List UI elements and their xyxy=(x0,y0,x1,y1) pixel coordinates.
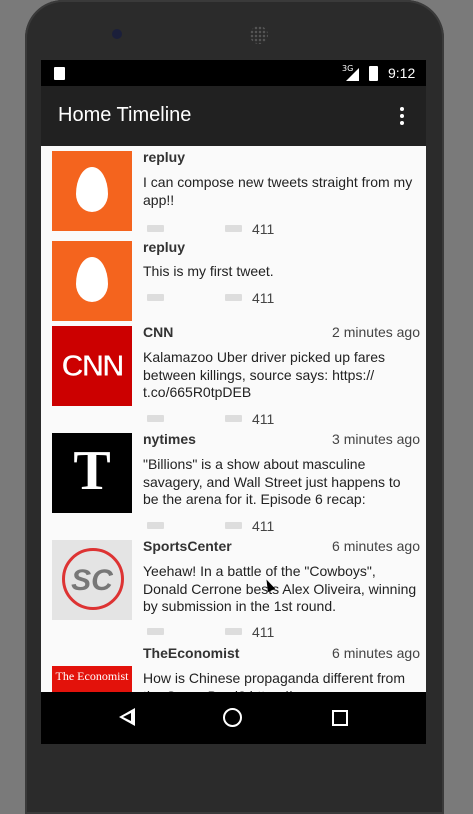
retweet-count: 411 xyxy=(252,290,275,306)
tweet-username[interactable]: TheEconomist xyxy=(143,645,239,661)
retweet-count: 411 xyxy=(252,411,275,427)
page-title: Home Timeline xyxy=(58,104,192,126)
reply-icon[interactable] xyxy=(147,294,164,301)
tweet-item[interactable]: repluy This is my first tweet. 411 xyxy=(41,239,426,327)
tweet-username[interactable]: repluy xyxy=(143,239,185,255)
retweet-icon[interactable] xyxy=(225,522,242,529)
app-bar: Home Timeline xyxy=(41,86,426,146)
tweet-item[interactable]: The Economist TheEconomist 6 minutes ago… xyxy=(41,645,426,692)
tweet-item[interactable]: repluy I can compose new tweets straight… xyxy=(41,149,426,239)
retweet-count: 411 xyxy=(252,221,275,237)
egg-icon xyxy=(76,257,108,302)
battery-icon xyxy=(369,66,378,81)
nytimes-logo: T xyxy=(73,440,111,502)
status-bar: 3G 9:12 xyxy=(41,60,426,86)
tweet-username[interactable]: repluy xyxy=(143,149,185,165)
tweet-timestamp: 3 minutes ago xyxy=(332,431,420,447)
cnn-logo: CNN xyxy=(61,348,125,384)
home-icon[interactable] xyxy=(223,708,242,727)
screen: 3G 9:12 Home Timeline repluy I can compo… xyxy=(41,60,426,744)
timeline-list[interactable]: repluy I can compose new tweets straight… xyxy=(41,146,426,692)
avatar[interactable]: T xyxy=(52,433,132,513)
reply-icon[interactable] xyxy=(147,415,164,422)
status-time: 9:12 xyxy=(388,65,416,81)
tweet-text: "Billions" is a show about masculine sav… xyxy=(143,456,401,507)
reply-icon[interactable] xyxy=(147,225,164,232)
tweet-text: Kalamazoo Uber driver picked up fares be… xyxy=(143,349,386,400)
avatar[interactable] xyxy=(52,241,132,321)
economist-logo: The Economist xyxy=(55,669,129,683)
retweet-icon[interactable] xyxy=(225,415,242,422)
sportscenter-logo: SC xyxy=(71,564,113,597)
overflow-menu-icon[interactable] xyxy=(396,106,408,126)
tweet-text: Yeehaw! In a battle of the "Cowboys", Do… xyxy=(143,563,417,614)
speaker-grille xyxy=(250,26,268,44)
tweet-username[interactable]: nytimes xyxy=(143,431,196,447)
tweet-timestamp: 6 minutes ago xyxy=(332,538,420,554)
tweet-item[interactable]: T nytimes 3 minutes ago "Billions" is a … xyxy=(41,431,426,539)
retweet-icon[interactable] xyxy=(225,628,242,635)
avatar[interactable]: SC xyxy=(52,540,132,620)
tweet-item[interactable]: SC SportsCenter 6 minutes ago Yeehaw! In… xyxy=(41,538,426,646)
navigation-bar xyxy=(41,692,426,744)
retweet-count: 411 xyxy=(252,624,275,640)
signal-icon xyxy=(346,68,359,81)
tweet-text: How is Chinese propaganda different from… xyxy=(143,670,406,692)
avatar[interactable]: CNN xyxy=(52,326,132,406)
avatar[interactable] xyxy=(52,151,132,231)
back-icon-inner xyxy=(123,713,131,721)
recent-apps-icon[interactable] xyxy=(332,710,348,726)
retweet-count: 411 xyxy=(252,518,275,534)
tweet-username[interactable]: CNN xyxy=(143,324,173,340)
retweet-icon[interactable] xyxy=(225,294,242,301)
tweet-timestamp: 6 minutes ago xyxy=(332,645,420,661)
tweet-text: I can compose new tweets straight from m… xyxy=(143,174,413,208)
reply-icon[interactable] xyxy=(147,522,164,529)
retweet-icon[interactable] xyxy=(225,225,242,232)
egg-icon xyxy=(76,167,108,212)
camera-icon xyxy=(112,29,122,39)
avatar[interactable]: The Economist xyxy=(52,666,132,692)
tweet-timestamp: 2 minutes ago xyxy=(332,324,420,340)
tweet-username[interactable]: SportsCenter xyxy=(143,538,232,554)
sd-card-icon xyxy=(54,67,65,80)
reply-icon[interactable] xyxy=(147,628,164,635)
tweet-item[interactable]: CNN CNN 2 minutes ago Kalamazoo Uber dri… xyxy=(41,324,426,432)
tweet-text: This is my first tweet. xyxy=(143,263,274,279)
